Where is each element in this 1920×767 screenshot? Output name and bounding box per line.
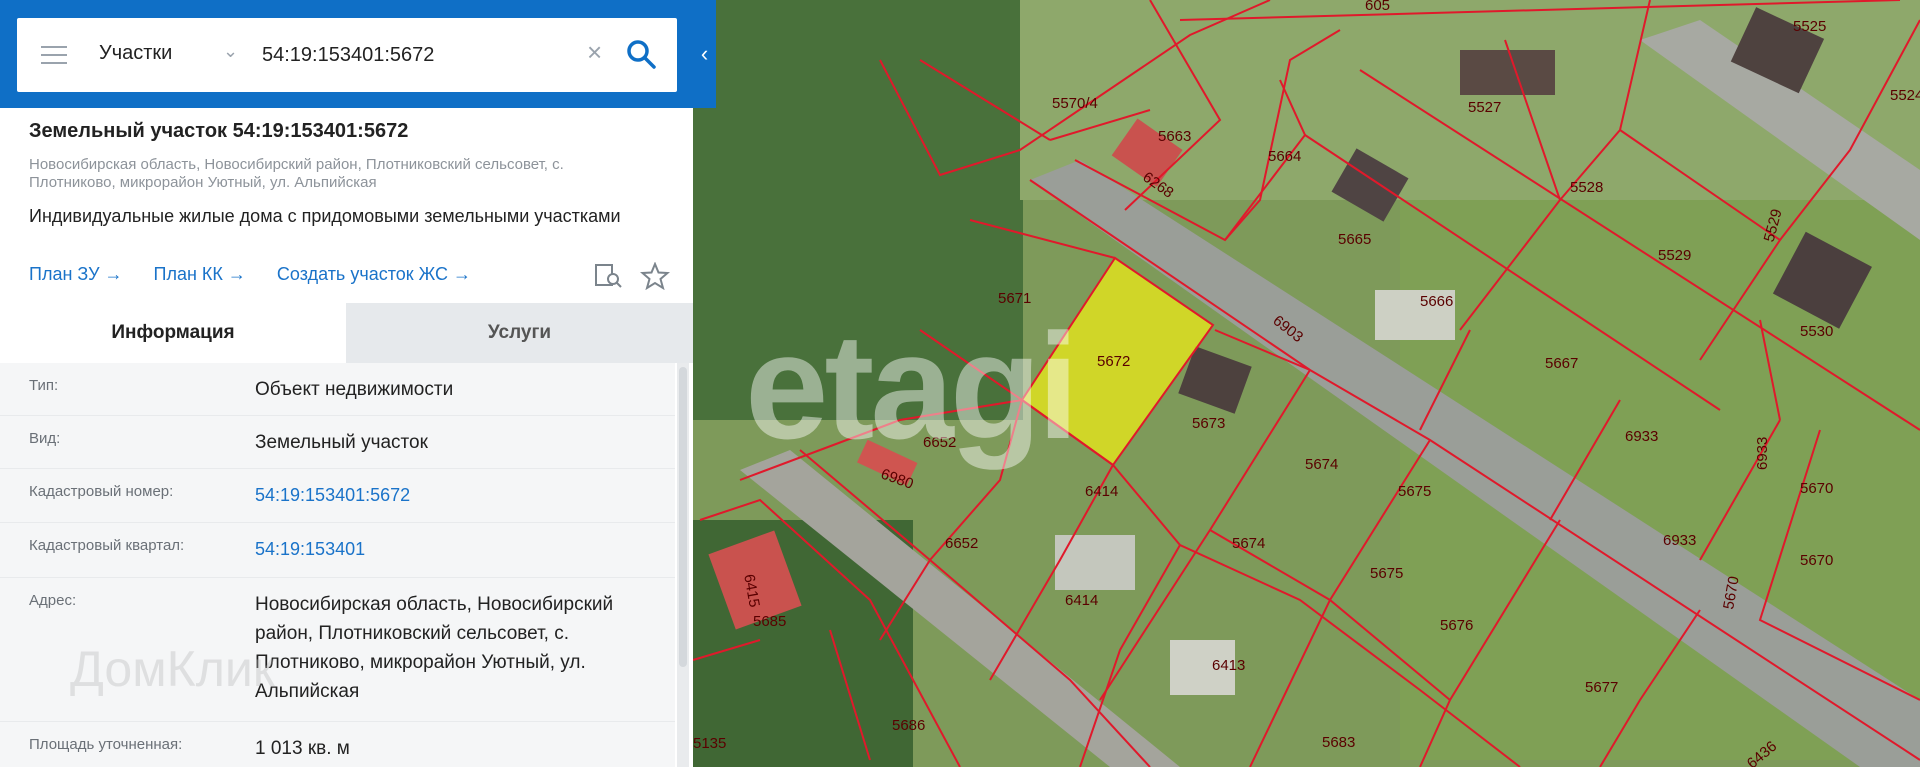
parcel-label: 5530 (1800, 323, 1833, 340)
parcel-label: 6933 (1754, 437, 1771, 470)
parcel-label: 6413 (1212, 657, 1245, 674)
cadastral-quarter-link[interactable]: 54:19:153401 (255, 535, 675, 564)
close-icon[interactable]: × (587, 37, 602, 68)
row-label: Тип: (29, 377, 59, 394)
parcel-label: 5683 (1322, 734, 1355, 751)
create-parcel-link[interactable]: Создать участок ЖС → (277, 264, 471, 284)
parcel-label: 5675 (1370, 565, 1403, 582)
parcel-label: 5673 (1192, 415, 1225, 432)
document-search-icon[interactable] (594, 262, 624, 290)
parcel-address-short: Новосибирская область, Новосибирский рай… (29, 156, 564, 191)
row-label: Кадастровый номер: (29, 483, 174, 500)
parcel-label: 6933 (1625, 428, 1658, 445)
house-roof (1460, 50, 1555, 95)
row-label: Адрес: (29, 592, 77, 609)
domclick-watermark: ДомКлик (70, 641, 275, 697)
parcel-label: 5527 (1468, 99, 1501, 116)
search-bar: Участки ⌄ × (0, 0, 693, 108)
parcel-purpose: Индивидуальные жилые дома с придомовыми … (29, 206, 621, 226)
foundation (1055, 535, 1135, 590)
parcel-label: 5665 (1338, 231, 1371, 248)
row-value: Объект недвижимости (255, 379, 454, 400)
scrollbar-thumb[interactable] (679, 367, 687, 667)
chevron-down-icon[interactable]: ⌄ (223, 41, 238, 62)
tab-info[interactable]: Информация (0, 303, 346, 363)
parcel-label: 5135 (693, 735, 726, 752)
row-label: Кадастровый квартал: (29, 537, 185, 554)
parcel-label: 6414 (1085, 483, 1118, 500)
info-row-cadnum: Кадастровый номер: 54:19:153401:5672 (0, 469, 675, 523)
panel-tabs: Информация Услуги (0, 303, 693, 363)
action-links: План ЗУ → План КК → Создать участок ЖС → (29, 264, 497, 285)
etagi-watermark: etagi (745, 302, 1079, 470)
parcel-label: 5685 (753, 613, 786, 630)
cadastral-number-link[interactable]: 54:19:153401:5672 (255, 481, 675, 510)
info-row-area: Площадь уточненная: 1 013 кв. м (0, 722, 675, 767)
info-panel: Участки ⌄ × Земельный участок 54:19:1534… (0, 0, 693, 767)
parcel-label: 5674 (1232, 535, 1265, 552)
parcel-label: 5664 (1268, 148, 1301, 165)
row-label: Площадь уточненная: (29, 736, 183, 753)
parcel-label: 6414 (1065, 592, 1098, 609)
info-row-kind: Вид: Земельный участок (0, 416, 675, 469)
parcel-label: 5677 (1585, 679, 1618, 696)
star-icon[interactable] (640, 261, 671, 291)
row-value: Новосибирская область, Новосибирский рай… (255, 594, 614, 702)
parcel-label: 5524 (1890, 87, 1920, 104)
menu-icon[interactable] (41, 46, 67, 64)
parcel-label: 5686 (892, 717, 925, 734)
layer-select[interactable]: Участки (99, 42, 172, 65)
plan-zu-link[interactable]: План ЗУ → (29, 264, 123, 284)
parcel-label: 5672 (1097, 353, 1130, 370)
row-label: Вид: (29, 430, 61, 447)
search-box: Участки ⌄ × (17, 18, 677, 92)
search-icon[interactable] (623, 36, 659, 72)
info-row-type: Тип: Объект недвижимости (0, 363, 675, 416)
parcel-label: 5525 (1793, 18, 1826, 35)
parcel-label: 6933 (1663, 532, 1696, 549)
parcel-label: 5670 (1800, 480, 1833, 497)
parcel-label: 5570/4 (1052, 95, 1098, 112)
row-value: Земельный участок (255, 432, 428, 453)
parcel-label: 5666 (1420, 293, 1453, 310)
parcel-label: 6652 (945, 535, 978, 552)
parcel-label: 5528 (1570, 179, 1603, 196)
parcel-label: 5529 (1658, 247, 1691, 264)
search-input[interactable] (260, 38, 564, 72)
info-row-quarter: Кадастровый квартал: 54:19:153401 (0, 523, 675, 578)
parcel-label: 5675 (1398, 483, 1431, 500)
parcel-label: 5674 (1305, 456, 1338, 473)
parcel-title: Земельный участок 54:19:153401:5672 (29, 120, 409, 142)
collapse-panel-button[interactable]: ‹ (693, 0, 716, 108)
scrollbar[interactable] (677, 363, 689, 767)
tool-icons (594, 261, 671, 291)
row-value: 1 013 кв. м (255, 738, 350, 759)
parcel-label: 5663 (1158, 128, 1191, 145)
plan-kk-link[interactable]: План КК → (154, 264, 246, 284)
parcel-label: 605 (1365, 0, 1390, 14)
parcel-label: 5667 (1545, 355, 1578, 372)
tab-services[interactable]: Услуги (346, 303, 693, 363)
parcel-label: 5676 (1440, 617, 1473, 634)
parcel-label: 5670 (1800, 552, 1833, 569)
